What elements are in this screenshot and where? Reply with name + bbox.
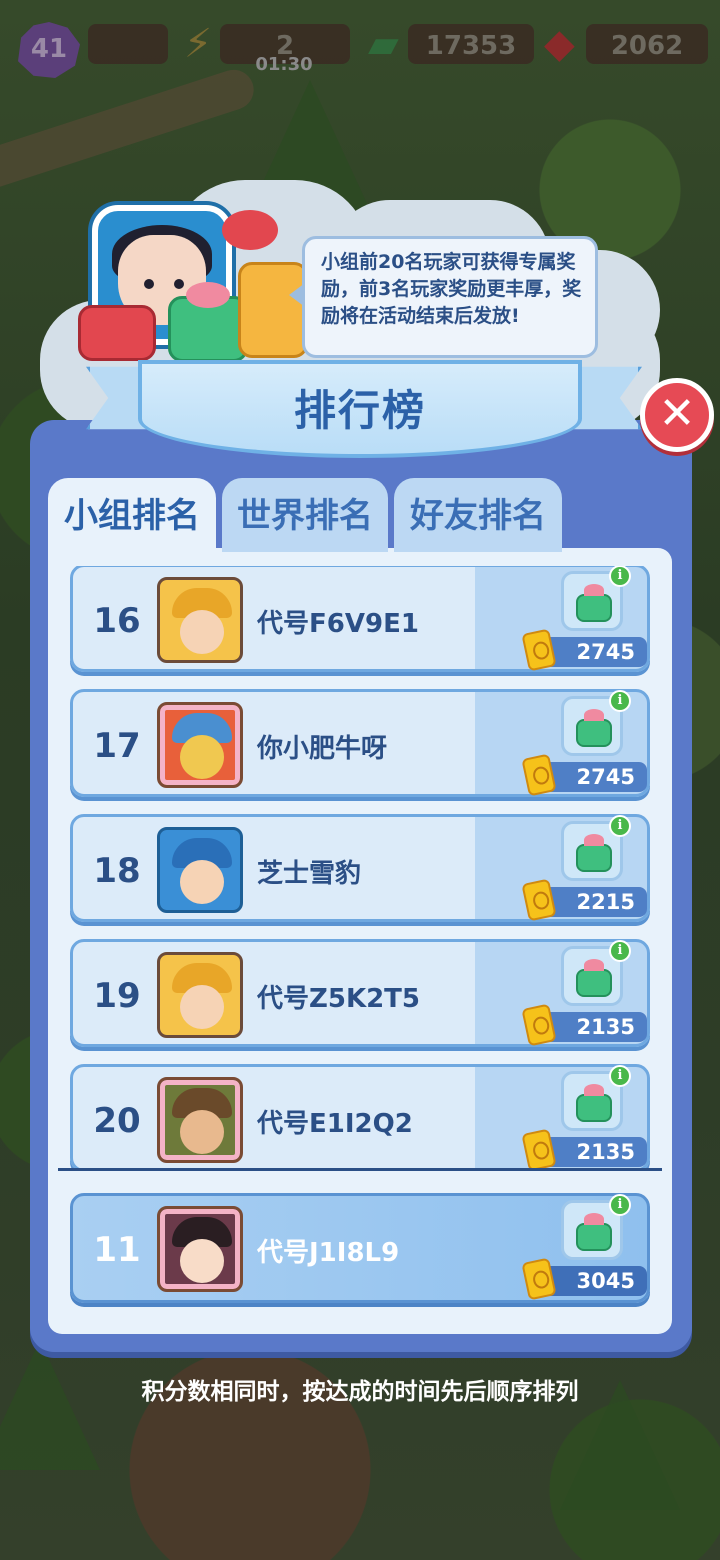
- rank-number: 16: [93, 601, 141, 641]
- face-icon: [180, 1110, 224, 1154]
- red-gift-icon: [78, 305, 156, 361]
- ticket-icon: [521, 753, 557, 797]
- score-value: 2745: [543, 762, 647, 792]
- ranking-row[interactable]: 16 代号F6V9E1 i 2745: [70, 566, 650, 672]
- gift-icon: [576, 584, 612, 622]
- clown-avatar: [157, 827, 243, 913]
- gift-icon: [576, 1213, 612, 1251]
- gift-icon: [576, 709, 612, 747]
- face-icon: [180, 985, 224, 1029]
- info-icon[interactable]: i: [609, 940, 631, 962]
- xp-bar: [88, 24, 168, 64]
- ranking-row[interactable]: 20 代号E1I2Q2 i 2135: [70, 1064, 650, 1170]
- red-dragon-avatar: [157, 702, 243, 788]
- player-name: 芝士雪豹: [257, 859, 362, 889]
- player-name: 代号J1I8L9: [257, 1238, 400, 1268]
- ranking-list[interactable]: 16 代号F6V9E1 i 2745 17 你小肥牛呀 i 2745 18 芝士…: [60, 566, 664, 1170]
- score-value: 3045: [543, 1266, 647, 1296]
- gem-value: 2062: [610, 31, 684, 61]
- detective-avatar: [157, 577, 243, 663]
- info-icon[interactable]: i: [609, 1065, 631, 1087]
- energy-timer: 01:30: [255, 54, 313, 75]
- detective-avatar: [157, 952, 243, 1038]
- close-icon: ✕: [658, 388, 696, 439]
- title-plate: 排行榜: [138, 360, 582, 458]
- rank-number: 17: [93, 726, 141, 766]
- rank-number: 18: [93, 851, 141, 891]
- gift-icon: [576, 1084, 612, 1122]
- tab-label: 好友排名: [410, 496, 546, 536]
- score-value: 2215: [543, 887, 647, 917]
- tab-group-ranking[interactable]: 小组排名: [48, 478, 216, 556]
- info-icon[interactable]: i: [609, 815, 631, 837]
- tab-world-ranking[interactable]: 世界排名: [222, 478, 388, 552]
- score-value: 2135: [543, 1012, 647, 1042]
- tab-label: 世界排名: [237, 496, 373, 536]
- avatar-eye: [144, 279, 154, 289]
- player-name: 你小肥牛呀: [257, 734, 388, 764]
- ticket-icon: [521, 1257, 557, 1301]
- ticket-icon: [521, 1128, 557, 1170]
- ranking-row[interactable]: 19 代号Z5K2T5 i 2135: [70, 939, 650, 1047]
- face-icon: [180, 735, 224, 779]
- player-name: 代号F6V9E1: [257, 609, 419, 639]
- ranking-row[interactable]: 18 芝士雪豹 i 2215: [70, 814, 650, 922]
- ticket-icon: [521, 628, 557, 672]
- rank-number: 11: [93, 1230, 141, 1270]
- ticket-icon: [521, 1003, 557, 1047]
- lightning-icon: ⚡: [184, 21, 213, 67]
- face-icon: [180, 610, 224, 654]
- info-icon[interactable]: i: [609, 1194, 631, 1216]
- page-title: 排行榜: [293, 386, 426, 435]
- gift-icon: [576, 834, 612, 872]
- tie-break-footnote: 积分数相同时，按达成的时间先后顺序排列: [141, 1379, 579, 1405]
- money-icon: ▰: [368, 21, 399, 67]
- gift-bow-icon: [186, 282, 230, 308]
- player-name: 代号E1I2Q2: [257, 1109, 413, 1139]
- close-button[interactable]: ✕: [640, 378, 714, 452]
- coin-value: 17353: [425, 31, 517, 61]
- ticket-icon: [521, 878, 557, 922]
- pilot-avatar: [157, 1077, 243, 1163]
- self-divider: [58, 1168, 662, 1171]
- ranking-row[interactable]: 17 你小肥牛呀 i 2745: [70, 689, 650, 797]
- girl-avatar: [157, 1206, 243, 1292]
- score-value: 2135: [543, 1137, 647, 1167]
- ruby-icon: ◆: [544, 21, 575, 67]
- tab-friend-ranking[interactable]: 好友排名: [394, 478, 562, 552]
- reward-tip-text: 小组前20名玩家可获得专属奖励，前3名玩家奖励更丰厚，奖励将在活动结束后发放!: [321, 251, 582, 327]
- face-icon: [180, 1239, 224, 1283]
- gift-bow-icon: [222, 210, 278, 250]
- my-ranking-row[interactable]: 11 代号J1I8L9 i 3045: [70, 1193, 650, 1303]
- face-icon: [180, 860, 224, 904]
- rank-number: 20: [93, 1101, 141, 1141]
- top-hud: 41 ⚡ 2 ▰ 17353 ◆ 2062: [0, 18, 720, 78]
- gold-gift-icon: [238, 262, 308, 358]
- tab-label: 小组排名: [64, 496, 200, 536]
- gift-icon: [576, 959, 612, 997]
- score-value: 2745: [543, 637, 647, 667]
- info-icon[interactable]: i: [609, 566, 631, 587]
- info-icon[interactable]: i: [609, 690, 631, 712]
- rank-number: 19: [93, 976, 141, 1016]
- player-name: 代号Z5K2T5: [257, 984, 421, 1014]
- reward-tip-bubble: 小组前20名玩家可获得专属奖励，前3名玩家奖励更丰厚，奖励将在活动结束后发放!: [289, 236, 598, 358]
- avatar-eye: [174, 279, 184, 289]
- level-number: 41: [30, 34, 68, 64]
